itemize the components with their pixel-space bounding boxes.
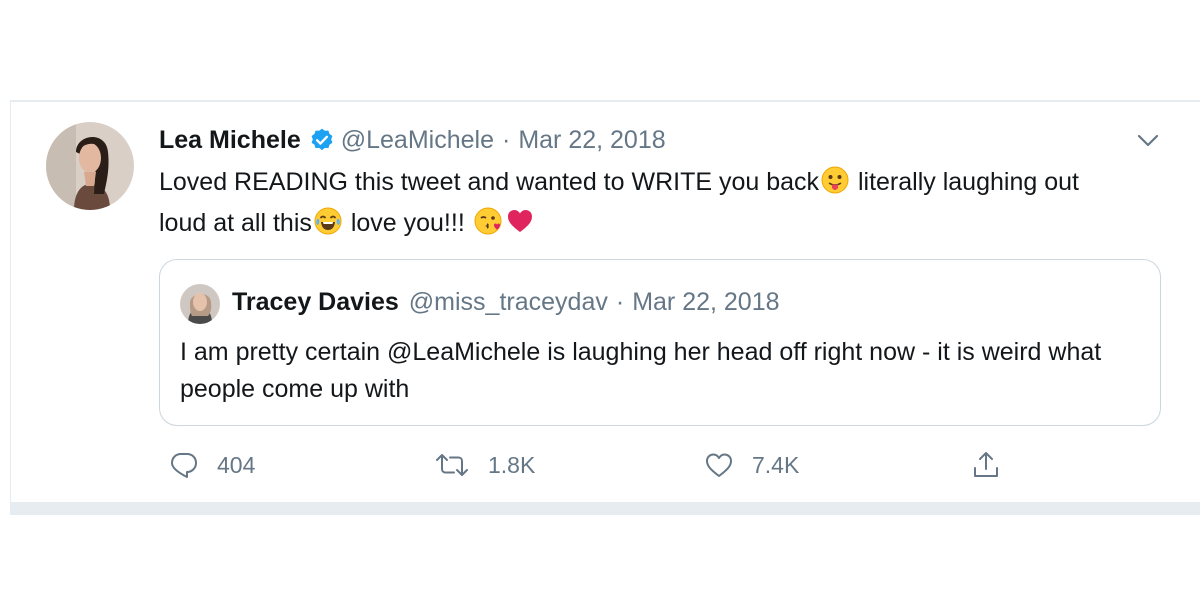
tweet-text-part-3: love you!!! [343, 209, 472, 237]
quoted-tweet-text: I am pretty certain @LeaMichele is laugh… [180, 338, 1102, 403]
like-icon [706, 453, 732, 477]
tweet-date[interactable]: Mar 22, 2018 [518, 126, 665, 155]
timeline-divider [10, 502, 1200, 515]
author-handle[interactable]: @LeaMichele [341, 126, 494, 155]
reply-count: 404 [217, 451, 256, 478]
chevron-down-icon[interactable] [1134, 130, 1162, 152]
quoted-header: Tracey Davies @miss_traceydav · Mar 22, … [232, 284, 780, 320]
share-icon [974, 452, 998, 477]
face-with-tears-of-joy-emoji [314, 207, 342, 246]
face-blowing-kiss-emoji [474, 207, 502, 246]
author-name[interactable]: Lea Michele [159, 126, 301, 155]
quoted-author-avatar[interactable] [180, 284, 220, 324]
tweet-text: Loved READING this tweet and wanted to W… [159, 164, 1119, 246]
like-button[interactable]: 7.4K [704, 447, 799, 483]
tweet-actions: 404 1.8K 7.4K [159, 447, 1019, 483]
quoted-avatar-image [180, 284, 220, 324]
quoted-separator-dot: · [615, 287, 625, 316]
avatar-image [46, 122, 134, 210]
share-button[interactable] [971, 447, 1019, 483]
reply-button[interactable]: 404 [169, 447, 255, 483]
retweet-count: 1.8K [488, 451, 536, 478]
quoted-author-handle[interactable]: @miss_traceydav [409, 288, 608, 317]
quoted-tweet[interactable]: Tracey Davies @miss_traceydav · Mar 22, … [159, 259, 1161, 426]
like-count: 7.4K [752, 451, 800, 478]
face-with-tongue-emoji [821, 166, 849, 205]
quoted-date[interactable]: Mar 22, 2018 [632, 288, 779, 317]
tweet-text-part-1: Loved READING this tweet and wanted to W… [159, 168, 820, 196]
quoted-author-name[interactable]: Tracey Davies [232, 288, 399, 317]
verified-badge-icon [309, 127, 335, 153]
tweet-card[interactable]: Lea Michele @LeaMichele · Mar 22, 2018 L… [10, 100, 1200, 515]
retweet-icon [436, 454, 468, 476]
separator-dot: · [501, 125, 511, 154]
red-heart-emoji [506, 207, 534, 246]
reply-icon [171, 453, 197, 478]
author-avatar[interactable] [46, 122, 134, 210]
tweet-header: Lea Michele @LeaMichele · Mar 22, 2018 [159, 122, 666, 158]
retweet-button[interactable]: 1.8K [434, 447, 535, 483]
